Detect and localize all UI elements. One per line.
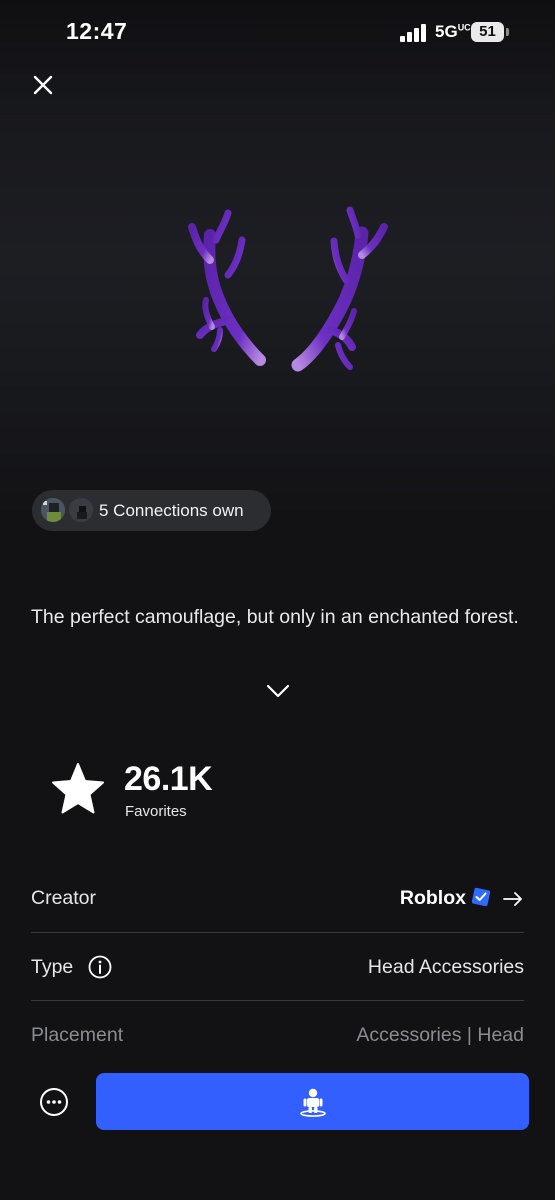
connections-own-pill[interactable]: 5 Connections own [32, 490, 271, 531]
battery-level: 51 [479, 23, 496, 40]
close-button[interactable] [28, 70, 58, 100]
placement-row: Placement Accessories | Head [31, 1001, 524, 1069]
connection-avatar [40, 497, 66, 523]
favorites-count: 26.1K [124, 760, 213, 798]
expand-description-button[interactable] [264, 680, 292, 702]
battery-icon: 51 [471, 22, 504, 42]
connections-own-label: 5 Connections own [99, 501, 244, 520]
avatar-thumbnail-icon [41, 498, 65, 522]
placement-label: Placement [31, 1024, 124, 1046]
status-bar: 12:47 5GUC 51 [0, 0, 555, 66]
signal-strength-icon [400, 24, 428, 42]
network-suffix: UC [457, 22, 471, 33]
star-icon[interactable] [50, 762, 106, 816]
chevron-down-icon [266, 684, 290, 698]
type-label: Type [31, 956, 74, 978]
connection-avatar [68, 497, 94, 523]
item-image-antlers [188, 206, 388, 372]
verified-badge-icon [471, 887, 491, 907]
try-on-button[interactable] [96, 1073, 529, 1130]
creator-row[interactable]: Creator Roblox [31, 865, 524, 933]
item-description: The perfect camouflage, but only in an e… [31, 606, 519, 628]
info-icon[interactable] [88, 955, 112, 979]
avatar-thumbnail-icon [69, 498, 93, 522]
creator-label: Creator [31, 887, 97, 909]
creator-name[interactable]: Roblox [400, 887, 466, 910]
type-row: Type Head Accessories [31, 933, 524, 1001]
item-detail-screen: 12:47 5GUC 51 5 Connections own The perf… [0, 0, 555, 1200]
avatar-try-on-icon [299, 1088, 326, 1117]
more-options-icon[interactable] [39, 1087, 69, 1117]
arrow-right-icon[interactable] [502, 891, 524, 907]
type-value: Head Accessories [367, 956, 524, 978]
status-time: 12:47 [66, 18, 128, 44]
network-indicator: 5GUC [435, 22, 471, 42]
close-icon [33, 75, 53, 95]
favorites-label: Favorites [125, 803, 187, 820]
battery-tip [506, 28, 509, 36]
network-type: 5G [435, 22, 458, 41]
placement-value: Accessories | Head [356, 1024, 524, 1046]
